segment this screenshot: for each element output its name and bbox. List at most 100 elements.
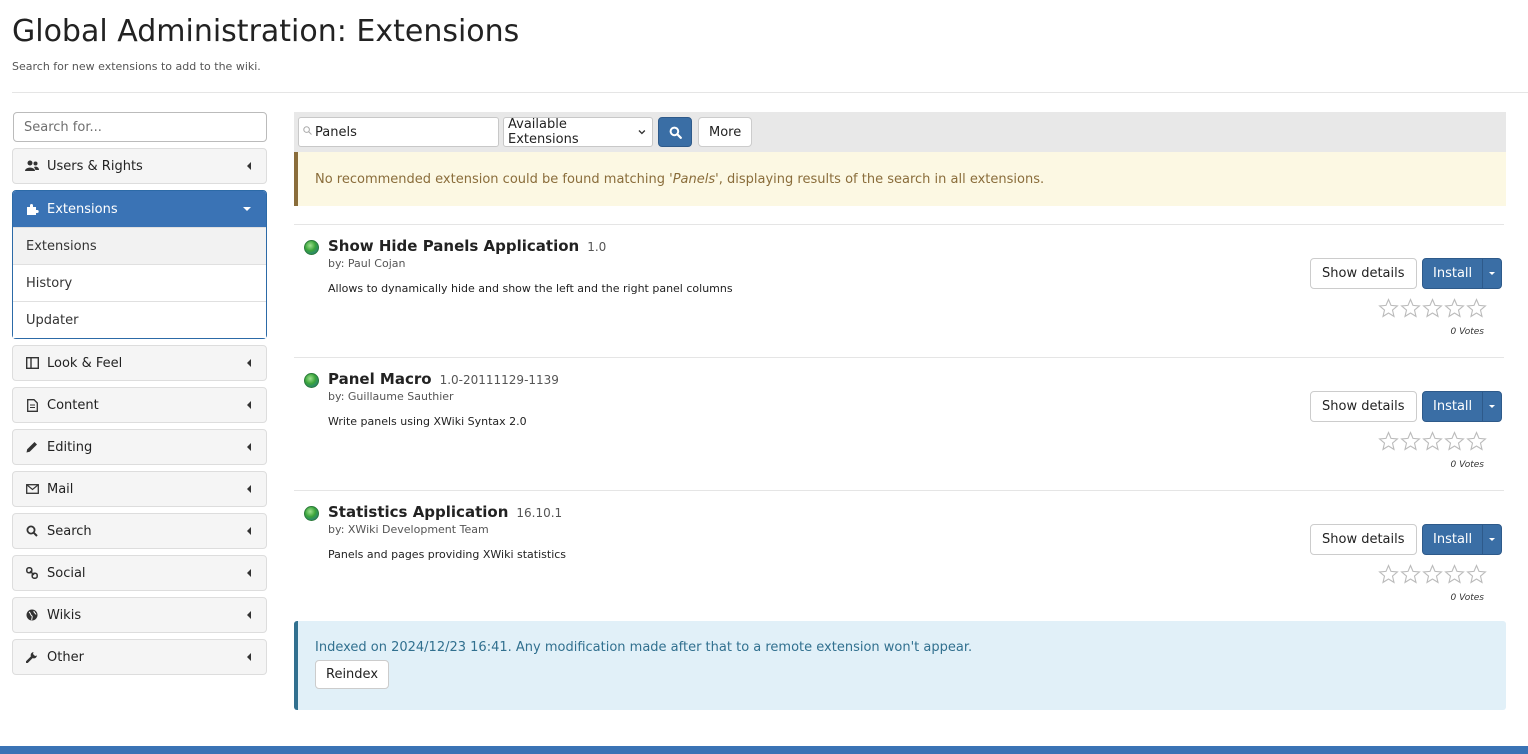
- star-icon[interactable]: [1378, 431, 1399, 451]
- sidebar-section-users-rights-header[interactable]: Users & Rights: [13, 149, 266, 183]
- extension-search-box: [298, 117, 499, 147]
- star-icon[interactable]: [1444, 564, 1465, 584]
- extension-item: Panel Macro 1.0-20111129-1139 by: Guillau…: [294, 358, 1504, 491]
- caret-left-icon: [247, 611, 251, 619]
- extension-description: Write panels using XWiki Syntax 2.0: [328, 415, 527, 428]
- show-details-button[interactable]: Show details: [1310, 524, 1417, 555]
- sidebar-section-content: Content: [12, 387, 267, 423]
- repository-select[interactable]: Available Extensions: [503, 117, 653, 147]
- sidebar-item-extensions[interactable]: Extensions: [13, 227, 266, 264]
- sidebar-section-extensions-header[interactable]: Extensions: [13, 191, 266, 227]
- star-icon[interactable]: [1400, 431, 1421, 451]
- sidebar-section-look-feel: Look & Feel: [12, 345, 267, 381]
- index-info-text: Indexed on 2024/12/23 16:41. Any modific…: [315, 640, 973, 655]
- star-icon[interactable]: [1422, 564, 1443, 584]
- sidebar-section-content-header[interactable]: Content: [13, 388, 266, 422]
- install-options-toggle[interactable]: [1483, 525, 1501, 554]
- sidebar-section-search: Search: [12, 513, 267, 549]
- sidebar-section-label: Other: [47, 649, 84, 665]
- rating-stars[interactable]: [1378, 564, 1487, 584]
- caret-down-icon: [243, 207, 251, 211]
- extension-search-toolbar: Available Extensions More: [294, 112, 1506, 152]
- puzzle-icon: [25, 202, 39, 216]
- extension-name[interactable]: Panel Macro 1.0-20111129-1139: [328, 370, 559, 388]
- sidebar-section-label: Search: [47, 523, 92, 539]
- star-icon[interactable]: [1378, 564, 1399, 584]
- sidebar-section-social-header[interactable]: Social: [13, 556, 266, 590]
- more-button[interactable]: More: [698, 117, 753, 147]
- rating-stars[interactable]: [1378, 431, 1487, 451]
- caret-left-icon: [247, 485, 251, 493]
- star-icon[interactable]: [1444, 431, 1465, 451]
- install-button[interactable]: Install: [1423, 392, 1484, 421]
- wrench-icon: [25, 650, 39, 664]
- votes-count: 0 Votes: [1450, 460, 1484, 470]
- install-button[interactable]: Install: [1423, 525, 1484, 554]
- extension-status-icon: [304, 373, 319, 388]
- star-icon[interactable]: [1378, 298, 1399, 318]
- star-icon[interactable]: [1422, 298, 1443, 318]
- warning-suffix: ', displaying results of the search in a…: [715, 171, 1045, 187]
- sidebar-section-wikis-header[interactable]: Wikis: [13, 598, 266, 632]
- caret-left-icon: [247, 569, 251, 577]
- users-icon: [25, 159, 39, 173]
- star-icon[interactable]: [1422, 431, 1443, 451]
- sidebar-section-search-header[interactable]: Search: [13, 514, 266, 548]
- extension-description: Allows to dynamically hide and show the …: [328, 282, 733, 295]
- caret-left-icon: [247, 653, 251, 661]
- star-icon[interactable]: [1466, 431, 1487, 451]
- sidebar-section-mail-header[interactable]: Mail: [13, 472, 266, 506]
- extension-name[interactable]: Statistics Application 16.10.1: [328, 503, 562, 521]
- page-title: Global Administration: Extensions: [12, 14, 520, 49]
- install-options-toggle[interactable]: [1483, 392, 1501, 421]
- install-button[interactable]: Install: [1423, 259, 1484, 288]
- warning-query: Panels: [672, 171, 716, 187]
- search-button[interactable]: [658, 117, 692, 147]
- caret-down-icon: [1489, 538, 1496, 541]
- search-icon: [25, 524, 39, 538]
- sidebar-section-other-header[interactable]: Other: [13, 640, 266, 674]
- sidebar-search-input[interactable]: [13, 112, 267, 142]
- sidebar-item-updater[interactable]: Updater: [13, 301, 266, 338]
- show-details-button[interactable]: Show details: [1310, 391, 1417, 422]
- link-icon: [25, 566, 39, 580]
- repository-select-value: Available Extensions: [508, 117, 579, 147]
- no-recommended-warning: No recommended extension could be found …: [294, 152, 1506, 206]
- extension-status-icon: [304, 240, 319, 255]
- sidebar-section-editing-header[interactable]: Editing: [13, 430, 266, 464]
- extension-name[interactable]: Show Hide Panels Application 1.0: [328, 237, 606, 255]
- star-icon[interactable]: [1466, 564, 1487, 584]
- star-icon[interactable]: [1466, 298, 1487, 318]
- envelope-icon: [25, 482, 39, 496]
- extension-search-input[interactable]: [298, 117, 499, 147]
- star-icon[interactable]: [1444, 298, 1465, 318]
- caret-left-icon: [247, 401, 251, 409]
- install-options-toggle[interactable]: [1483, 259, 1501, 288]
- sidebar-section-label: Editing: [47, 439, 93, 455]
- extension-item: Show Hide Panels Application 1.0 by: Paul…: [294, 225, 1504, 358]
- sidebar-section-users-rights: Users & Rights: [12, 148, 267, 184]
- caret-down-icon: [1489, 405, 1496, 408]
- star-icon[interactable]: [1400, 564, 1421, 584]
- reindex-button[interactable]: Reindex: [315, 660, 390, 689]
- sidebar-section-label: Mail: [47, 481, 74, 497]
- title-divider: [12, 92, 1528, 93]
- rating-stars[interactable]: [1378, 298, 1487, 318]
- extension-status-icon: [304, 506, 319, 521]
- extension-version: 1.0-20111129-1139: [439, 373, 559, 387]
- star-icon[interactable]: [1400, 298, 1421, 318]
- admin-sidebar: Users & Rights Extensions Extensions His…: [12, 112, 267, 675]
- sidebar-section-other: Other: [12, 639, 267, 675]
- layout-icon: [25, 356, 39, 370]
- show-details-button[interactable]: Show details: [1310, 258, 1417, 289]
- sidebar-section-label: Social: [47, 565, 86, 581]
- document-icon: [25, 398, 39, 412]
- search-icon: [669, 126, 682, 139]
- caret-left-icon: [247, 359, 251, 367]
- search-field-icon: [303, 126, 312, 135]
- sidebar-section-mail: Mail: [12, 471, 267, 507]
- sidebar-section-look-feel-header[interactable]: Look & Feel: [13, 346, 266, 380]
- globe-icon: [25, 608, 39, 622]
- sidebar-item-history[interactable]: History: [13, 264, 266, 301]
- extensions-main: Available Extensions More No recommended…: [294, 112, 1506, 710]
